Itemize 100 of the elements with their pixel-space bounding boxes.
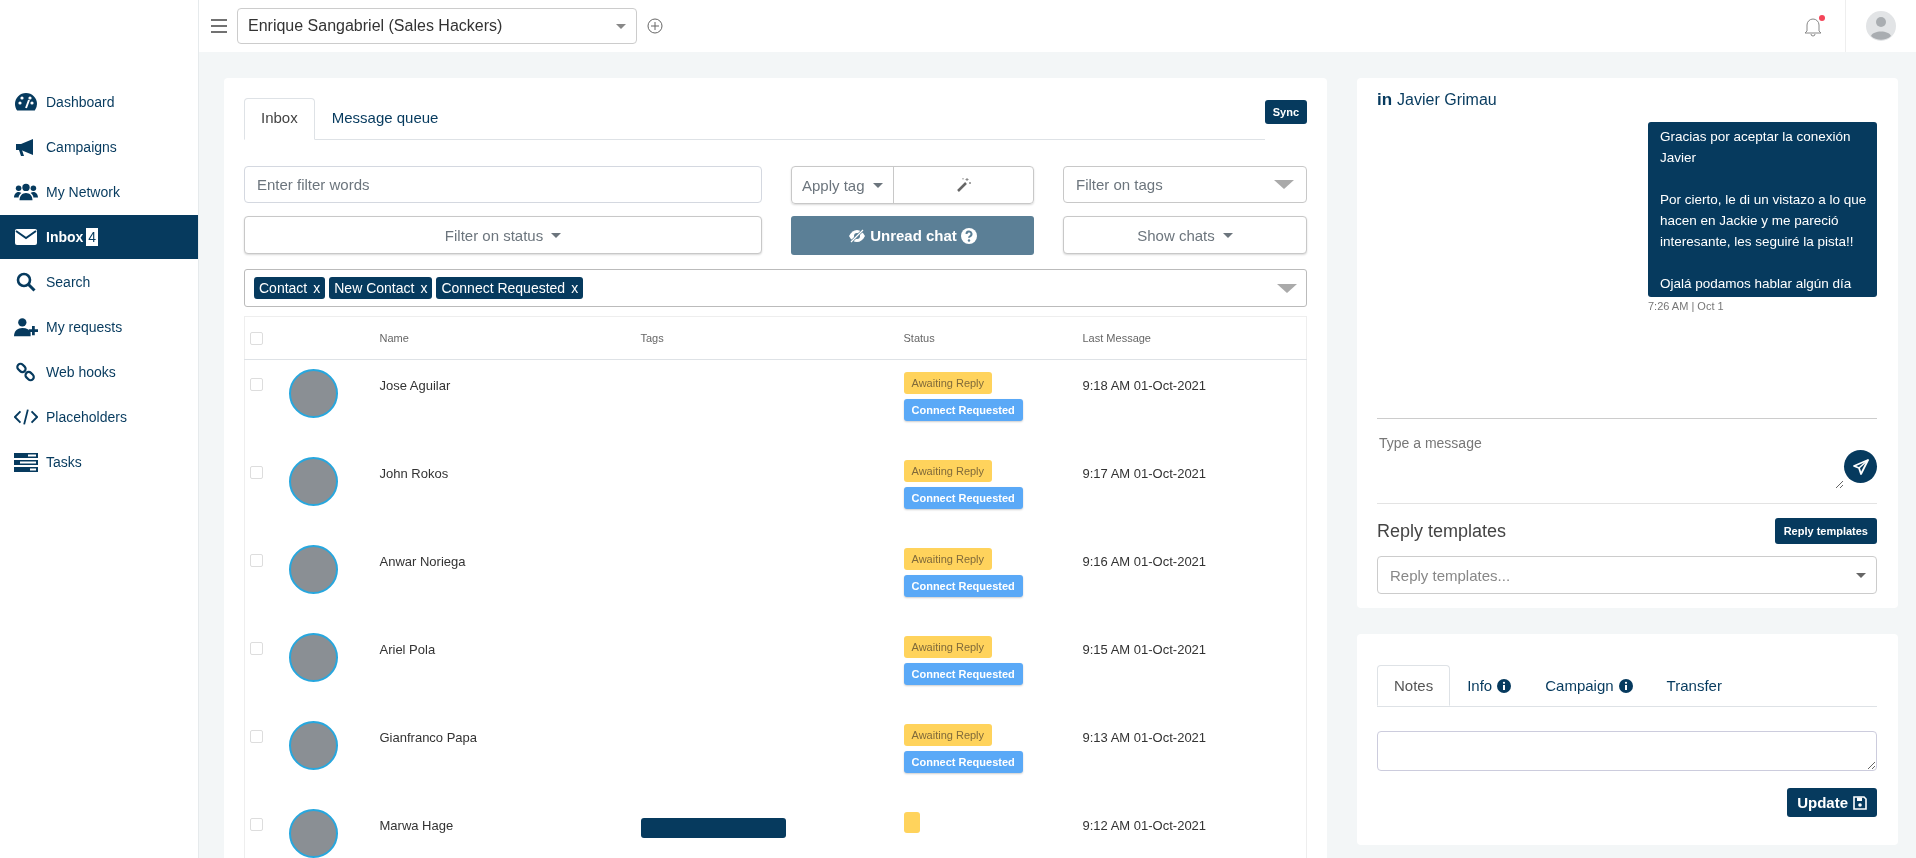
column-header: Tags: [640, 316, 904, 360]
show-chats-button[interactable]: Show chats: [1063, 216, 1307, 254]
checkbox[interactable]: [250, 466, 263, 479]
status-badge: Awaiting Reply: [903, 372, 993, 394]
message-time: 7:26 AM | Oct 1: [1648, 300, 1724, 312]
column-header: Last Message: [1082, 316, 1307, 360]
reply-templates-dropdown[interactable]: Reply templates...: [1377, 556, 1877, 594]
column-header: Name: [379, 316, 641, 360]
caret-icon: [1222, 232, 1233, 238]
tab[interactable]: Inbox: [244, 98, 315, 140]
sidebar-item[interactable]: My requests: [0, 305, 198, 349]
checkbox[interactable]: [250, 730, 263, 743]
message-time: 9:13 AM 01-Oct-2021: [1082, 730, 1207, 745]
tab[interactable]: Message queue: [314, 98, 456, 140]
checkbox[interactable]: [250, 554, 263, 567]
remove-button[interactable]: x: [420, 280, 428, 296]
notes-input[interactable]: [1377, 731, 1877, 771]
caret-icon: [1277, 283, 1297, 293]
checkbox[interactable]: [250, 331, 263, 345]
avatar: [288, 457, 338, 506]
bell-icon: [1803, 15, 1823, 37]
checkbox[interactable]: [250, 642, 263, 655]
avatar-icon: [1866, 11, 1896, 41]
filter-chip: Contact x: [254, 277, 326, 299]
remove-button[interactable]: x: [571, 280, 579, 296]
status-badge: [903, 812, 920, 833]
tab[interactable]: Campaign: [1528, 665, 1650, 706]
status-badge: Connect Requested: [903, 487, 1023, 509]
checkbox[interactable]: [250, 378, 263, 391]
contact-name[interactable]: Gianfranco Papa: [379, 730, 641, 745]
caret-icon: [551, 232, 562, 238]
save-icon: [1853, 795, 1867, 810]
tab[interactable]: Transfer: [1649, 665, 1739, 706]
network-label: in: [1377, 90, 1393, 110]
users-icon: [14, 182, 38, 202]
contact-name: Javier Grimau: [1397, 91, 1497, 109]
notification-button[interactable]: [1803, 15, 1825, 37]
sidebar-item[interactable]: Dashboard: [0, 80, 198, 124]
send-button[interactable]: [1844, 450, 1877, 483]
message-time: 9:17 AM 01-Oct-2021: [1082, 466, 1207, 481]
message-bubble: Gracias por aceptar la conexión Javier Por cierto, le di un vistazo a lo que hacen en Jackie y me pareció interesante, les seguiré la pista!! Ojalá podamos hablar algún día: [1648, 122, 1877, 297]
tab[interactable]: Info: [1450, 665, 1529, 706]
section-title: Reply templates: [1377, 520, 1507, 542]
sidebar-item[interactable]: Search: [0, 260, 198, 304]
sidebar-item[interactable]: Tasks: [0, 440, 198, 484]
tag-selector[interactable]: Contact x New Contact x Connect Requested x: [244, 269, 1307, 307]
tag-filter-dropdown[interactable]: Filter on tags: [1063, 166, 1307, 203]
link-icon: [14, 362, 38, 382]
code-icon: [14, 407, 38, 427]
sidebar-item[interactable]: Campaigns: [0, 125, 198, 169]
avatar: [288, 633, 338, 682]
contact-name[interactable]: Anwar Noriega: [379, 554, 641, 569]
status-badge: Connect Requested: [903, 399, 1023, 421]
status-badge: Awaiting Reply: [903, 548, 993, 570]
status-badge: Awaiting Reply: [903, 724, 993, 746]
reply-templates-button[interactable]: Reply templates: [1774, 518, 1877, 544]
filter-chip: New Contact x: [329, 277, 433, 299]
contact-name[interactable]: John Rokos: [379, 466, 641, 481]
status-badge: Connect Requested: [903, 575, 1023, 597]
status-badge: Connect Requested: [903, 751, 1023, 773]
checkbox[interactable]: [250, 818, 263, 831]
sidebar-item[interactable]: Web hooks: [0, 350, 198, 394]
eye-slash-icon: [848, 228, 867, 243]
unread-chat-button[interactable]: Unread chat: [791, 216, 1034, 255]
caret-icon: [872, 182, 883, 188]
avatar: [288, 369, 338, 418]
status-badge: Awaiting Reply: [903, 460, 993, 482]
status-badge: Awaiting Reply: [903, 636, 993, 658]
tab[interactable]: Notes: [1377, 665, 1451, 706]
caret-icon: [1274, 180, 1294, 189]
column-header: Status: [903, 316, 1083, 360]
count-badge: 4: [86, 228, 99, 246]
sidebar-item[interactable]: Placeholders: [0, 395, 198, 439]
contact-name[interactable]: Marwa Hage: [379, 818, 641, 833]
menu-icon: [211, 19, 227, 33]
search-icon: [14, 272, 38, 292]
user-plus-icon: [14, 317, 38, 337]
avatar: [288, 545, 338, 594]
avatar: [288, 721, 338, 770]
account-dropdown[interactable]: Enrique Sangabriel (Sales Hackers): [237, 8, 637, 44]
filter-input[interactable]: Enter filter words: [244, 166, 762, 203]
filter-chip: Connect Requested x: [436, 277, 584, 299]
dashboard-icon: [14, 92, 38, 112]
status-filter-button[interactable]: Filter on status: [244, 216, 762, 254]
contact-name[interactable]: Ariel Pola: [379, 642, 641, 657]
sidebar-item[interactable]: My Network: [0, 170, 198, 214]
remove-button[interactable]: x: [313, 280, 321, 296]
message-time: 9:16 AM 01-Oct-2021: [1082, 554, 1207, 569]
contact-name[interactable]: Jose Aguilar: [379, 378, 641, 393]
sync-button[interactable]: Sync: [1264, 100, 1307, 124]
question-icon: [960, 227, 977, 244]
sidebar-item[interactable]: Inbox 4: [0, 215, 198, 259]
magic-wand-icon: [955, 177, 972, 193]
paper-plane-icon: [1852, 458, 1869, 475]
message-time: 9:15 AM 01-Oct-2021: [1082, 642, 1207, 657]
caret-icon: [1856, 572, 1866, 578]
update-button[interactable]: Update: [1787, 788, 1877, 817]
message-time: 9:18 AM 01-Oct-2021: [1082, 378, 1207, 393]
add-icon: [647, 18, 663, 34]
status-badge: Connect Requested: [903, 663, 1023, 685]
